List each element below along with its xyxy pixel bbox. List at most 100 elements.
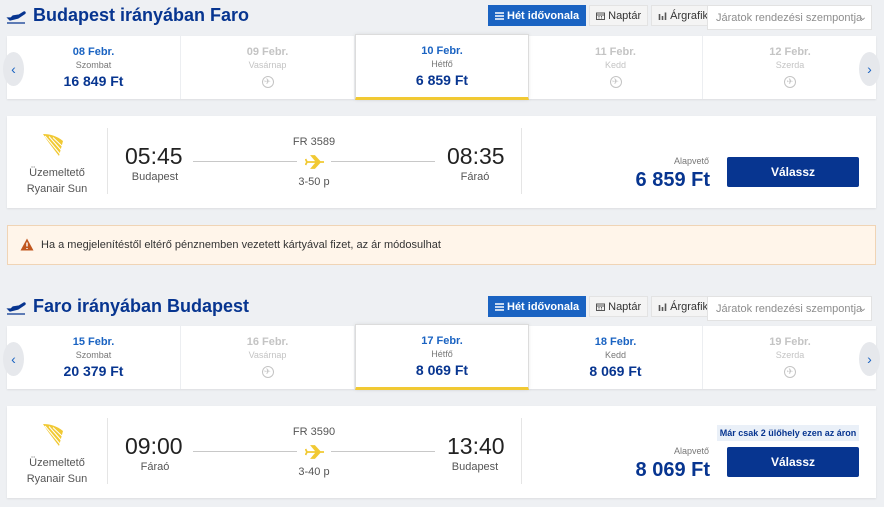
route-line xyxy=(331,161,435,162)
day-price: 16 849 Ft xyxy=(63,73,124,89)
prev-week-button[interactable]: ‹ xyxy=(3,342,24,376)
operator-label: Üzemeltető xyxy=(29,457,85,469)
chevron-left-icon: ‹ xyxy=(11,61,16,77)
date-cell-inbound-0[interactable]: 15 Febr. Szombat 20 379 Ft xyxy=(7,326,181,389)
view-tabs: Hét idővonala Naptár Árgrafikon xyxy=(488,296,730,317)
inbound-header: Faro irányában Budapest Hét idővonala Na… xyxy=(0,293,884,323)
arrival-time: 13:40 xyxy=(447,433,505,459)
tab-calendar[interactable]: Naptár xyxy=(589,5,649,26)
operator-info: Üzemeltető Ryanair Sun xyxy=(7,455,107,487)
departure-time: 09:00 xyxy=(125,433,183,459)
date-label: 18 Febr. xyxy=(594,336,637,348)
sort-select-value: Járatok rendezési szempontja xyxy=(716,303,863,315)
prev-week-button[interactable]: ‹ xyxy=(3,52,24,86)
section-title: Budapest irányában Faro xyxy=(33,5,250,25)
sort-select[interactable]: Járatok rendezési szempontja ⌄ xyxy=(707,5,872,30)
fare-type-label: Alapvető xyxy=(673,156,709,166)
chevron-down-icon: ⌄ xyxy=(858,303,867,314)
tab-week-timeline[interactable]: Hét idővonala xyxy=(488,5,587,26)
notice-text: Ha a megjelenítéstől eltérő pénznemben v… xyxy=(41,239,441,251)
weekday-label: Hétfő xyxy=(431,349,453,359)
date-label: 15 Febr. xyxy=(72,336,115,348)
operator-label: Üzemeltető xyxy=(29,167,85,179)
flight-number: FR 3590 xyxy=(292,426,336,438)
date-cell-outbound-1: 09 Febr. Vasárnap ✈ xyxy=(181,36,355,99)
departure-time: 05:45 xyxy=(125,143,183,169)
no-flight-icon: ✈ xyxy=(784,76,796,88)
next-week-button[interactable]: › xyxy=(859,52,880,86)
weekday-label: Vasárnap xyxy=(248,350,287,360)
weekday-label: Hétfő xyxy=(431,59,453,69)
arrival-time: 08:35 xyxy=(447,143,505,169)
no-flight-icon: ✈ xyxy=(784,366,796,378)
divider xyxy=(521,128,522,194)
flight-number: FR 3589 xyxy=(292,136,336,148)
bar-chart-icon xyxy=(658,303,667,311)
section-title: Faro irányában Budapest xyxy=(33,296,250,316)
weekday-label: Kedd xyxy=(604,350,627,360)
sort-select-value: Járatok rendezési szempontja xyxy=(716,12,863,24)
arrival-city: Budapest xyxy=(451,461,499,473)
date-cell-outbound-0[interactable]: 08 Febr. Szombat 16 849 Ft xyxy=(7,36,181,99)
chevron-right-icon: › xyxy=(867,61,872,77)
date-cell-outbound-2[interactable]: 10 Febr. Hétfő 6 859 Ft xyxy=(355,34,529,100)
outbound-date-strip: 08 Febr. Szombat 16 849 Ft 09 Febr. Vasá… xyxy=(3,34,880,100)
arrival-city: Fáraó xyxy=(460,171,490,183)
date-cell-inbound-4: 19 Febr. Szerda ✈ xyxy=(703,326,877,389)
inbound-date-strip: 15 Febr. Szombat 20 379 Ft 16 Febr. Vasá… xyxy=(3,324,880,390)
divider xyxy=(521,418,522,484)
tab-calendar[interactable]: Naptár xyxy=(589,296,649,317)
date-cell-inbound-3[interactable]: 18 Febr. Kedd 8 069 Ft xyxy=(529,326,703,389)
date-label: 08 Febr. xyxy=(72,46,115,58)
divider xyxy=(107,128,108,194)
departure-plane-icon xyxy=(6,11,26,24)
ryanair-harp-logo-icon xyxy=(43,424,63,446)
operator-name: Ryanair Sun xyxy=(26,473,88,485)
date-label: 16 Febr. xyxy=(246,336,289,348)
chevron-down-icon: ⌄ xyxy=(858,12,867,23)
date-label: 09 Febr. xyxy=(246,46,289,58)
next-week-button[interactable]: › xyxy=(859,342,880,376)
calendar-icon xyxy=(596,303,606,311)
departure-city: Fáraó xyxy=(140,461,170,473)
day-price: 6 859 Ft xyxy=(415,72,469,88)
weekday-label: Szerda xyxy=(775,60,805,70)
route-line xyxy=(193,451,297,452)
weekday-label: Szerda xyxy=(775,350,805,360)
date-label: 19 Febr. xyxy=(769,336,811,348)
date-cell-outbound-4: 12 Febr. Szerda ✈ xyxy=(703,36,877,99)
flight-price: 6 859 Ft xyxy=(635,169,710,191)
select-flight-button[interactable]: Válassz xyxy=(727,447,859,477)
day-price: 8 069 Ft xyxy=(589,363,642,379)
view-tabs: Hét idővonala Naptár Árgrafikon xyxy=(488,5,730,26)
inbound-flight-card: Üzemeltető Ryanair Sun 09:00 Fáraó FR 35… xyxy=(7,406,876,498)
route-line xyxy=(331,451,435,452)
outbound-flight-card: Üzemeltető Ryanair Sun 05:45 Budapest FR… xyxy=(7,116,876,208)
flight-duration: 3-50 p xyxy=(298,176,330,188)
plane-icon xyxy=(305,445,324,459)
fare-type-label: Alapvető xyxy=(673,446,709,456)
bar-chart-icon xyxy=(658,12,667,20)
date-label: 11 Febr. xyxy=(595,46,636,58)
sort-select[interactable]: Járatok rendezési szempontja ⌄ xyxy=(707,296,872,321)
day-price: 8 069 Ft xyxy=(415,362,469,378)
no-flight-icon: ✈ xyxy=(609,76,622,88)
flight-duration: 3-40 p xyxy=(298,466,330,478)
no-flight-icon: ✈ xyxy=(261,76,274,88)
day-price: 20 379 Ft xyxy=(63,363,124,379)
select-flight-button[interactable]: Válassz xyxy=(727,157,859,187)
date-label: 12 Febr. xyxy=(769,46,811,58)
weekday-label: Szombat xyxy=(75,60,112,70)
no-flight-icon: ✈ xyxy=(261,366,274,378)
date-cell-outbound-3: 11 Febr. Kedd ✈ xyxy=(529,36,703,99)
warning-icon xyxy=(20,238,34,251)
currency-notice: Ha a megjelenítéstől eltérő pénznemben v… xyxy=(7,225,876,265)
tab-week-timeline[interactable]: Hét idővonala xyxy=(488,296,587,317)
date-cell-inbound-1: 16 Febr. Vasárnap ✈ xyxy=(181,326,355,389)
calendar-icon xyxy=(596,12,606,20)
operator-info: Üzemeltető Ryanair Sun xyxy=(7,165,107,197)
date-cell-inbound-2[interactable]: 17 Febr. Hétfő 8 069 Ft xyxy=(355,324,529,390)
weekday-label: Kedd xyxy=(604,60,627,70)
chevron-left-icon: ‹ xyxy=(11,351,16,367)
flight-price: 8 069 Ft xyxy=(635,459,710,481)
